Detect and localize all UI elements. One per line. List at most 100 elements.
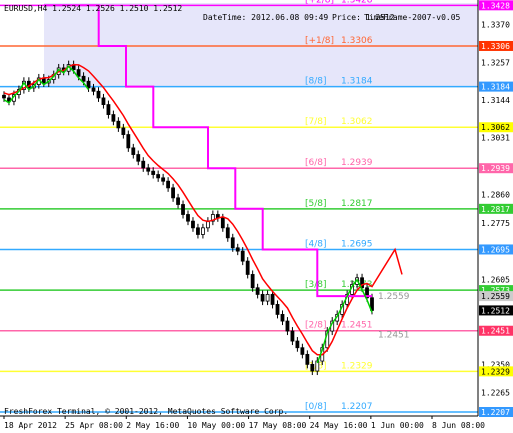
candle-body: [186, 214, 190, 222]
candle-body: [191, 220, 195, 229]
price-chart[interactable]: [+2/8] 1.3428 [+1/8] 1.3306 [8/8] 1.3184 [7/8]…: [0, 0, 513, 433]
inline-price-label: 1.2451: [378, 330, 410, 340]
candle-body: [295, 340, 300, 349]
murrey-level-value: 1.2817: [341, 199, 373, 209]
candle-body: [235, 247, 240, 252]
candle-body: [181, 204, 185, 215]
murrey-level-name: [0/8]: [305, 402, 327, 412]
candle-body: [230, 237, 235, 249]
price-badge-label: 1.3062: [481, 123, 510, 132]
murrey-level-name: [6/8]: [305, 158, 327, 168]
candle-body: [300, 347, 305, 355]
murrey-level-value: 1.3184: [341, 77, 373, 87]
candle-body: [270, 294, 275, 305]
murrey-level-value: 1.3428: [341, 0, 373, 5]
y-tick-label: 1.2775: [481, 219, 510, 228]
chart-window: [+2/8] 1.3428 [+1/8] 1.3306 [8/8] 1.3184 [7/8]…: [0, 0, 513, 433]
candle-body: [260, 294, 265, 302]
y-tick-label: 1.3144: [481, 96, 510, 105]
murrey-level-name: [+2/8]: [305, 0, 334, 5]
price-badge-label: 1.2451: [481, 327, 510, 336]
candle-body: [171, 187, 175, 199]
murrey-level-name: [4/8]: [305, 239, 327, 249]
x-tick-label: 25 Apr 08:00: [65, 421, 123, 430]
candle-body: [265, 294, 270, 302]
candle-body: [275, 304, 280, 315]
candle-body: [156, 174, 161, 179]
x-tick-label: 8 Jun 08:00: [432, 421, 485, 430]
y-tick-label: 1.2605: [481, 275, 510, 284]
price-badge-label: 1.2817: [481, 205, 510, 214]
price-badge-label: 1.2695: [481, 245, 510, 254]
timeframe-label: TimeFrame-2007-v0.05: [364, 13, 461, 22]
candle-body: [126, 134, 131, 149]
x-tick-label: 1 Jun 00:00: [371, 421, 424, 430]
murrey-level-name: [5/8]: [305, 199, 327, 209]
murrey-level-value: 1.3306: [341, 36, 373, 46]
candle-body: [101, 97, 106, 105]
candle-body: [81, 75, 86, 82]
y-tick-label: 1.2860: [481, 191, 510, 200]
y-tick-label: 1.3370: [481, 21, 510, 30]
candle-body: [310, 363, 315, 372]
price-badge-label: 1.3184: [481, 83, 510, 92]
x-tick-label: 24 May 16:00: [310, 421, 368, 430]
candle-body: [290, 330, 295, 342]
price-badge-label: 1.2939: [481, 164, 510, 173]
candle-body: [121, 127, 126, 135]
datetime-label: DateTime: 2012.06.08 09:49: [203, 13, 328, 22]
x-tick-label: 18 Apr 2012: [4, 421, 57, 430]
murrey-level-name: [+1/8]: [305, 36, 334, 46]
price-badge-label: 1.3306: [481, 42, 510, 51]
murrey-level-name: [2/8]: [305, 321, 327, 331]
copyright-footer: FreshForex Terminal, © 2001-2012, MetaQu…: [4, 407, 288, 416]
murrey-level-value: 1.2939: [341, 158, 373, 168]
candle-body: [220, 217, 225, 229]
price-badge-label: 1.2512: [481, 306, 510, 315]
candle-body: [285, 320, 290, 332]
candle-body: [111, 114, 116, 122]
candle-body: [91, 87, 96, 92]
candle-body: [176, 197, 180, 205]
murrey-level-value: 1.2207: [341, 402, 373, 412]
candle-body: [136, 154, 141, 162]
candle-body: [131, 147, 136, 155]
candle-body: [146, 167, 151, 172]
candle-body: [245, 260, 250, 275]
price-badge-label: 1.3428: [481, 1, 510, 10]
murrey-level-name: [8/8]: [305, 77, 327, 87]
candle-body: [240, 250, 245, 262]
x-tick-label: 17 May 08:00: [249, 421, 307, 430]
murrey-level-value: 1.2695: [341, 239, 373, 249]
candle-body: [116, 120, 121, 129]
price-badge-label: 1.2207: [481, 408, 510, 417]
y-tick-label: 1.3031: [481, 134, 510, 143]
y-tick-label: 1.2265: [481, 389, 510, 398]
murrey-level-value: 1.2451: [341, 321, 373, 331]
murrey-level-name: [3/8]: [305, 280, 327, 290]
candle-body: [141, 160, 146, 169]
price-badge-label: 1.2559: [481, 292, 510, 301]
murrey-level-value: 1.3062: [341, 117, 373, 127]
candle-body: [280, 314, 285, 322]
candle-body: [225, 227, 230, 239]
murrey-level-name: [7/8]: [305, 117, 327, 127]
candle-body: [255, 287, 260, 295]
candle-body: [201, 227, 205, 235]
candle-body: [2, 94, 6, 99]
price-badge-label: 1.2329: [481, 367, 510, 376]
candle-body: [151, 170, 156, 175]
candle-body: [161, 177, 166, 182]
candle-body: [305, 353, 310, 365]
symbol-header: EURUSD,H4 1.2524 1.2526 1.2510 1.2512: [4, 4, 182, 13]
x-tick-label: 2 May 16:00: [126, 421, 179, 430]
inline-price-label: 1.2559: [378, 292, 410, 302]
candle-body: [250, 274, 255, 289]
y-tick-label: 1.3257: [481, 58, 510, 67]
candle-body: [86, 80, 91, 89]
candle-body: [106, 104, 111, 115]
candle-body: [166, 180, 171, 189]
candle-body: [96, 90, 101, 99]
x-tick-label: 10 May 00:00: [187, 421, 245, 430]
murrey-level-value: 1.2329: [341, 361, 373, 371]
